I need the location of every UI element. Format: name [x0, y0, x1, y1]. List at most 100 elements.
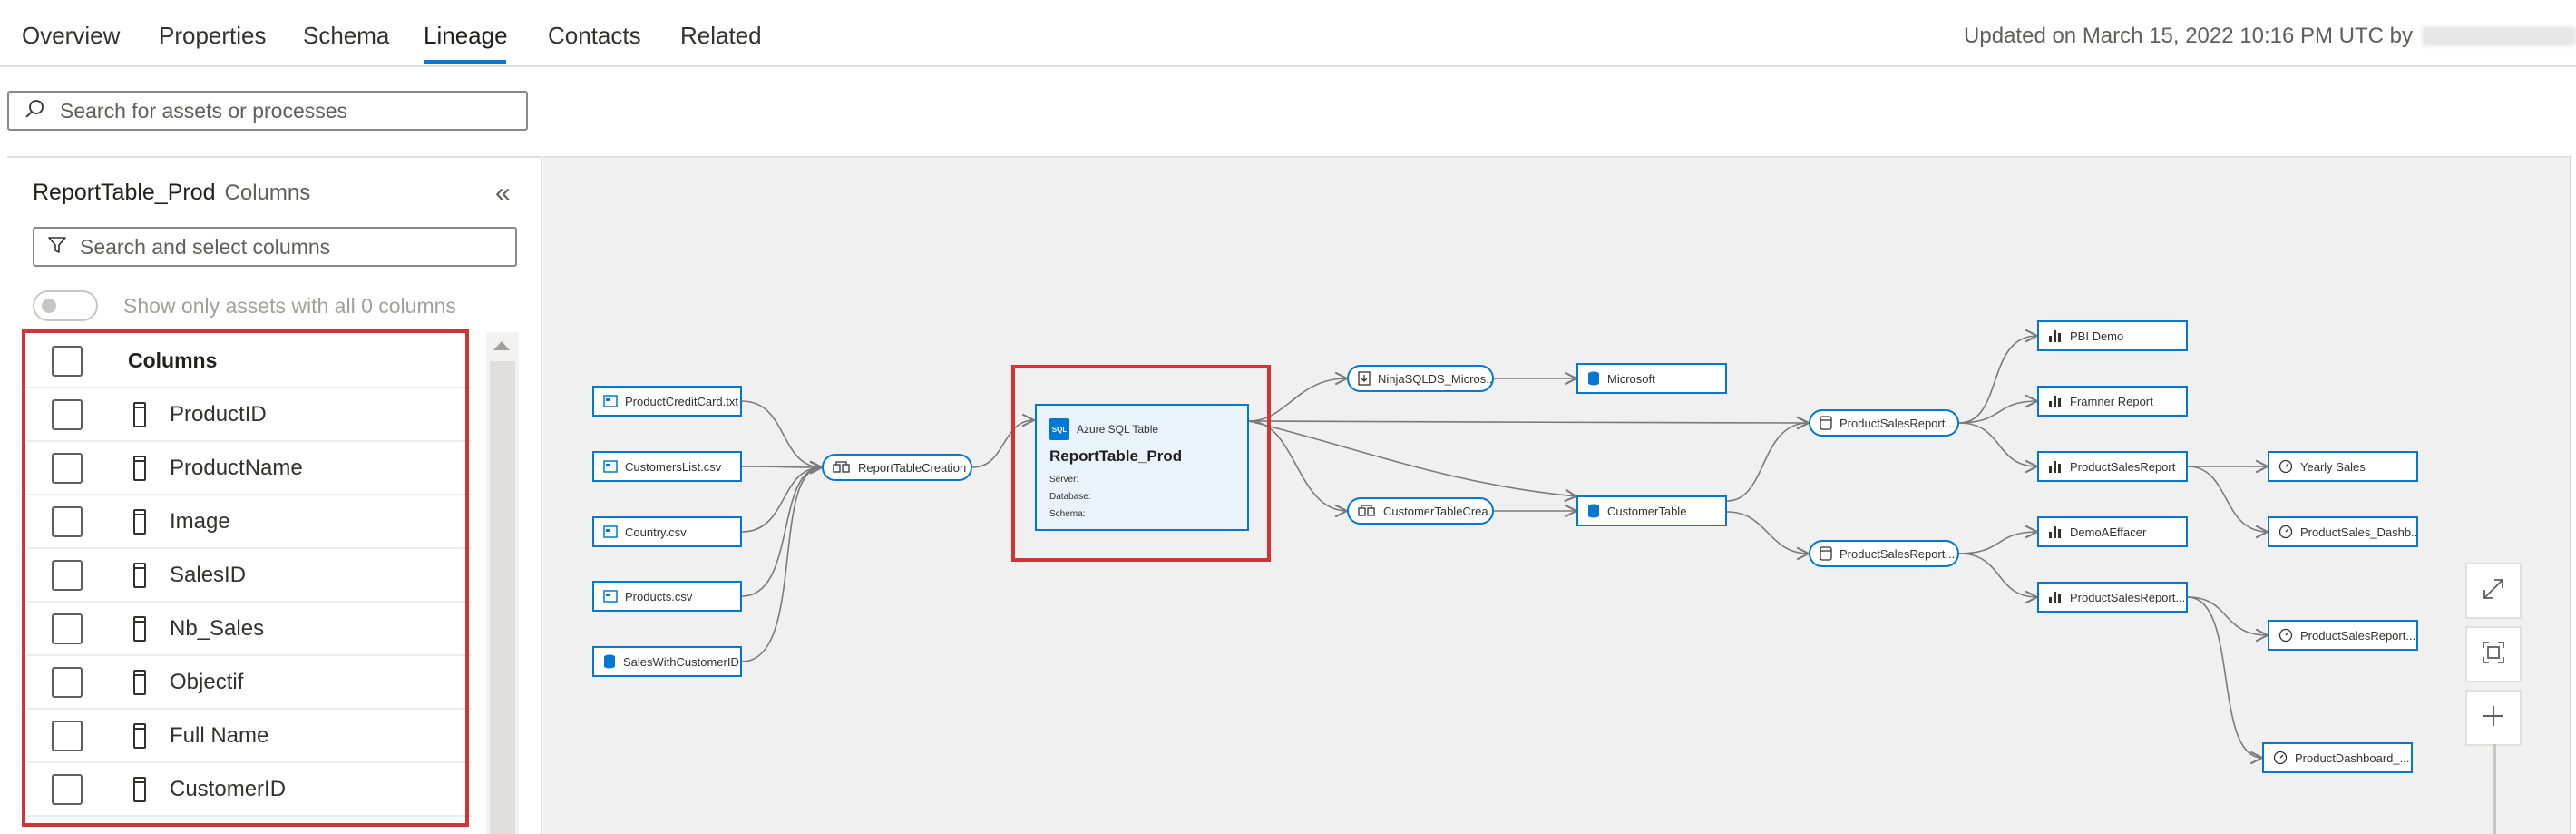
node-label: ReportTableCreation — [858, 460, 967, 475]
lineage-node-productsales-dashboard[interactable]: ProductSales_Dashb... — [2268, 516, 2418, 547]
lineage-process-ninjasqlds[interactable]: NinjaSQLDS_Micros... — [1347, 365, 1494, 392]
column-name: ProductName — [170, 455, 303, 480]
column-row[interactable]: Image — [27, 495, 472, 549]
column-checkbox[interactable] — [52, 613, 83, 644]
lineage-node-saleswithcustomerid[interactable]: SalesWithCustomerID — [592, 646, 742, 677]
column-header-label: Columns — [128, 348, 218, 372]
bar-chart-icon — [2048, 525, 2063, 538]
asset-search-box[interactable] — [7, 91, 528, 131]
node-label: DemoAEffacer — [2070, 525, 2147, 539]
dashboard-gauge-icon — [2278, 525, 2293, 539]
select-all-checkbox[interactable] — [52, 345, 83, 377]
tab-properties[interactable]: Properties — [159, 22, 267, 50]
column-list-scrollbar[interactable] — [486, 332, 519, 834]
bar-chart-icon — [2048, 395, 2063, 407]
zoom-in-button[interactable] — [2465, 690, 2522, 746]
all-columns-toggle[interactable] — [33, 290, 98, 321]
filter-icon — [47, 235, 67, 260]
main-node-type: Azure SQL Table — [1077, 423, 1159, 436]
column-row[interactable]: Objectif — [27, 656, 472, 710]
database-icon — [1587, 504, 1600, 518]
process-icon — [1820, 416, 1832, 430]
updated-info: Updated on March 15, 2022 10:16 PM UTC b… — [1964, 24, 2576, 49]
column-name: ProductID — [170, 401, 267, 427]
column-checkbox[interactable] — [52, 559, 83, 591]
fit-screen-icon — [2482, 637, 2505, 672]
lineage-node-productsalesreport-2[interactable]: ProductSalesReport... — [2037, 582, 2188, 613]
column-search-input[interactable] — [80, 234, 502, 260]
column-row[interactable]: CustomerID — [27, 763, 472, 817]
column-row[interactable]: ProductID — [27, 388, 472, 442]
main-node-header: SQL Azure SQL Table — [1049, 418, 1158, 440]
sql-table-icon: SQL — [1049, 418, 1069, 440]
database-icon — [603, 654, 616, 669]
node-label: ProductDashboard_... — [2295, 751, 2410, 765]
tab-contacts[interactable]: Contacts — [548, 22, 641, 50]
lineage-node-demoaeffacer[interactable]: DemoAEffacer — [2037, 516, 2188, 547]
lineage-node-productdashboard[interactable]: ProductDashboard_... — [2262, 742, 2413, 773]
node-label: NinjaSQLDS_Micros... — [1378, 371, 1494, 386]
column-checkbox[interactable] — [52, 452, 83, 484]
asset-search-input[interactable] — [60, 98, 512, 123]
tab-schema[interactable]: Schema — [303, 22, 389, 50]
process-icon — [1820, 546, 1832, 561]
column-checkbox[interactable] — [52, 666, 83, 698]
lineage-node-productsalesreport[interactable]: ProductSalesReport — [2037, 451, 2188, 482]
column-icon — [133, 508, 146, 535]
lineage-node-yearly-sales[interactable]: Yearly Sales — [2268, 451, 2418, 482]
column-row[interactable]: Full Name — [27, 710, 472, 763]
node-label: PBI Demo — [2070, 329, 2124, 343]
lineage-node-productcreditcard[interactable]: ProductCreditCard.txt — [592, 386, 742, 417]
process-icon — [833, 461, 851, 474]
column-icon — [133, 455, 146, 481]
file-icon — [603, 460, 618, 473]
column-search-box[interactable] — [33, 227, 517, 267]
node-label: ProductSales_Dashb... — [2300, 525, 2418, 539]
column-checkbox[interactable] — [52, 720, 83, 751]
fit-to-screen-button[interactable] — [2465, 626, 2522, 682]
column-name: CustomerID — [170, 776, 287, 801]
lineage-node-pbi-demo[interactable]: PBI Demo — [2037, 320, 2188, 351]
lineage-main-asset-node[interactable]: SQL Azure SQL Table ReportTable_Prod Ser… — [1035, 404, 1249, 531]
lineage-process-productsalesreport-2[interactable]: ProductSalesReport... — [1809, 540, 1959, 567]
dashboard-gauge-icon — [2278, 628, 2293, 643]
database-icon — [1587, 371, 1600, 386]
collapse-panel-icon[interactable]: « — [495, 178, 511, 209]
column-checkbox[interactable] — [52, 505, 83, 537]
column-row[interactable]: Nb_Sales — [27, 603, 472, 656]
bar-chart-icon — [2048, 329, 2063, 342]
tab-overview[interactable]: Overview — [22, 22, 120, 50]
panel-subtitle: Columns — [224, 181, 311, 205]
lineage-node-microsoft[interactable]: Microsoft — [1576, 363, 1727, 394]
node-label: ProductSalesReport... — [1839, 416, 1956, 430]
lineage-node-customertable[interactable]: CustomerTable — [1576, 495, 1727, 526]
lineage-node-productsalesreport-dashboard[interactable]: ProductSalesReport... — [2268, 620, 2418, 651]
expand-button[interactable] — [2465, 563, 2522, 619]
lineage-node-country[interactable]: Country.csv — [592, 516, 742, 547]
column-row[interactable]: SalesID — [27, 549, 472, 603]
node-label: ProductSalesReport... — [2300, 628, 2416, 643]
column-checkbox[interactable] — [52, 398, 83, 430]
lineage-process-reporttablecreation[interactable]: ReportTableCreation — [822, 454, 972, 481]
column-icon — [133, 562, 146, 588]
node-label: ProductCreditCard.txt — [625, 394, 738, 408]
lineage-process-productsalesreport-1[interactable]: ProductSalesReport... — [1809, 409, 1959, 437]
scroll-thumb[interactable] — [490, 361, 515, 834]
lineage-node-products[interactable]: Products.csv — [592, 581, 742, 612]
node-label: SalesWithCustomerID — [623, 654, 739, 669]
scroll-up-arrow-icon[interactable] — [493, 341, 510, 350]
bar-chart-icon — [2048, 591, 2063, 603]
node-label: Framner Report — [2070, 394, 2153, 408]
lineage-canvas[interactable]: ProductCreditCard.txt CustomersList.csv … — [543, 156, 2570, 834]
lineage-process-customertablecreation[interactable]: CustomerTableCrea... — [1347, 497, 1494, 525]
lineage-node-customerslist[interactable]: CustomersList.csv — [592, 451, 742, 482]
tab-related[interactable]: Related — [680, 22, 762, 50]
column-checkbox[interactable] — [52, 773, 83, 805]
lineage-node-framner-report[interactable]: Framner Report — [2037, 386, 2188, 417]
file-icon — [603, 395, 618, 407]
zoom-slider-track[interactable] — [2493, 744, 2496, 834]
column-row[interactable]: ProductName — [27, 442, 472, 495]
bar-chart-icon — [2048, 460, 2063, 473]
main-node-schema: Schema: — [1049, 509, 1086, 519]
tab-lineage[interactable]: Lineage — [424, 22, 508, 50]
